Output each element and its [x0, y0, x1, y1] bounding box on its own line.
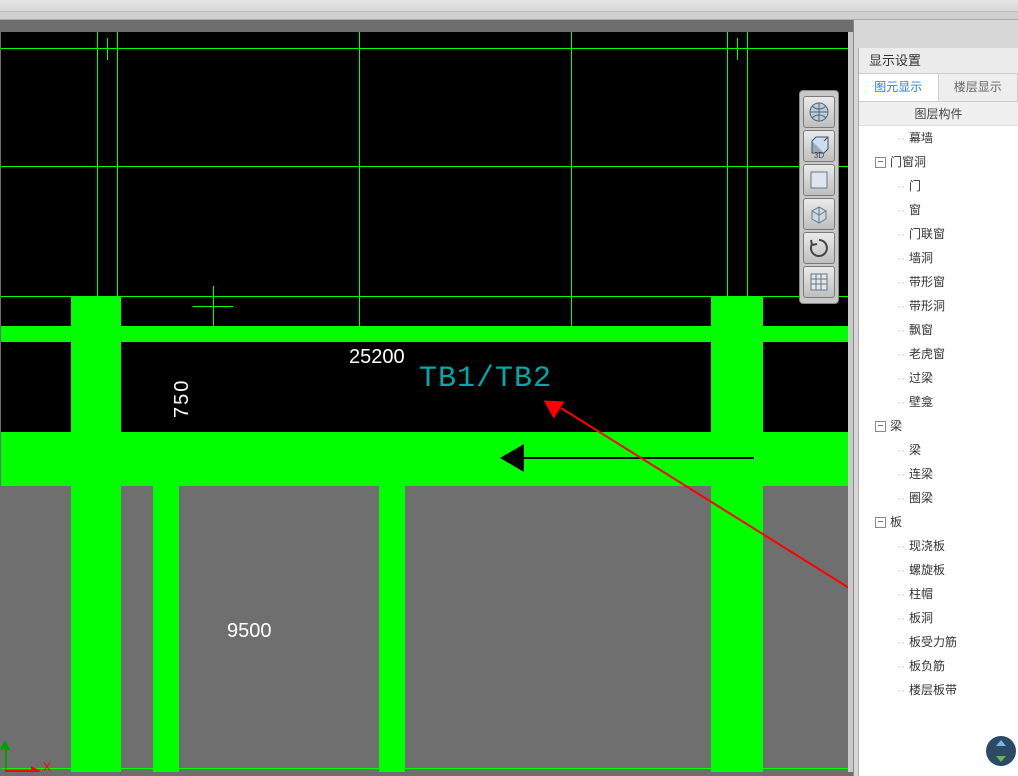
ucs-x-axis [5, 770, 31, 772]
view-toolbar: 3D [799, 90, 839, 304]
tree-item-lianliang[interactable]: ··连梁 [859, 462, 1018, 486]
tree-item-daixingdong[interactable]: ··带形洞 [859, 294, 1018, 318]
collapse-icon[interactable]: − [875, 421, 886, 432]
tree-item-daixingchuang[interactable]: ··带形窗 [859, 270, 1018, 294]
grid-line [747, 32, 748, 332]
rotate-icon[interactable] [803, 232, 835, 264]
tree-item-banshoulijin[interactable]: ··板受力筋 [859, 630, 1018, 654]
grid-tick [727, 48, 749, 49]
ucs-x-arrow-icon [31, 766, 41, 772]
nav-down-icon[interactable] [996, 756, 1006, 762]
dimension-25200: 25200 [349, 346, 405, 369]
tab-floor-display[interactable]: 楼层显示 [939, 74, 1018, 101]
grid-properties-button[interactable] [803, 266, 835, 298]
tree-item-bikan[interactable]: ··壁龛 [859, 390, 1018, 414]
panel-title: 显示设置 [859, 48, 1018, 74]
title-bar [0, 0, 1018, 12]
tab-element-display[interactable]: 图元显示 [859, 74, 939, 101]
ucs-x-label: X [43, 760, 51, 772]
grid-line [97, 32, 98, 332]
grid-tick [359, 38, 360, 60]
tree-item-banfujin[interactable]: ··板负筋 [859, 654, 1018, 678]
layer-tree[interactable]: ··幕墙 −门窗洞 ··门 ··窗 ··门联窗 ··墙洞 ··带形窗 ··带形洞… [859, 126, 1018, 776]
app-window: 25200 750 9500 TB1/TB2 X [0, 0, 1018, 776]
globe-icon[interactable] [803, 96, 835, 128]
grid-line [571, 32, 572, 332]
view-front-button[interactable] [803, 164, 835, 196]
nav-up-icon[interactable] [996, 740, 1006, 746]
grid-tick [97, 48, 119, 49]
grid-line [1, 48, 849, 49]
tree-item-men[interactable]: ··门 [859, 174, 1018, 198]
wall [153, 486, 179, 772]
panel-tabs: 图元显示 楼层显示 [859, 74, 1018, 102]
slab [121, 486, 153, 772]
drawing-canvas[interactable]: 25200 750 9500 TB1/TB2 X [1, 32, 849, 772]
canvas-scrollbar[interactable] [848, 32, 853, 772]
grid-line [1, 166, 849, 167]
grid-tick [107, 38, 108, 60]
collapse-icon[interactable]: − [875, 517, 886, 528]
tree-item-loucengbandai[interactable]: ··楼层板带 [859, 678, 1018, 702]
wall [1, 432, 849, 486]
grid-tick [737, 38, 738, 60]
wall [379, 486, 405, 772]
tree-item-qiangdong[interactable]: ··墙洞 [859, 246, 1018, 270]
grid-line [117, 32, 118, 332]
tree-item-liang[interactable]: ··梁 [859, 438, 1018, 462]
tree-item-quanliang[interactable]: ··圈梁 [859, 486, 1018, 510]
display-settings-panel: 显示设置 图元显示 楼层显示 图层构件 ··幕墙 −门窗洞 ··门 ··窗 ··… [858, 48, 1018, 776]
ucs-y-arrow-icon [1, 740, 10, 750]
dimension-750: 750 [171, 379, 194, 418]
view-navigator[interactable] [986, 736, 1016, 766]
entity-label-tb1tb2[interactable]: TB1/TB2 [419, 362, 552, 396]
slab [179, 486, 379, 772]
tree-item-luoxuanban[interactable]: ··螺旋板 [859, 558, 1018, 582]
ucs-y-axis [5, 750, 7, 772]
view-iso-button[interactable] [803, 198, 835, 230]
tree-item-guoliang[interactable]: ··过梁 [859, 366, 1018, 390]
tree-item-zhumao[interactable]: ··柱帽 [859, 582, 1018, 606]
tree-header: 图层构件 [859, 102, 1018, 126]
slab [763, 486, 849, 772]
slab [1, 486, 71, 772]
tree-group-liang[interactable]: −梁 [859, 414, 1018, 438]
dimension-9500: 9500 [227, 620, 272, 643]
grid-line [1, 768, 849, 769]
tree-group-doorwindow[interactable]: −门窗洞 [859, 150, 1018, 174]
slab [405, 486, 711, 772]
grid-line [727, 32, 728, 332]
cursor-crosshair [193, 306, 233, 307]
tree-item-laohuchuang[interactable]: ··老虎窗 [859, 342, 1018, 366]
tree-item-piaochuang[interactable]: ··飘窗 [859, 318, 1018, 342]
view-3d-button[interactable]: 3D [803, 130, 835, 162]
grid-line [359, 32, 360, 332]
grid-tick [571, 38, 572, 60]
wall [711, 296, 763, 772]
tree-item-muqiang[interactable]: ··幕墙 [859, 126, 1018, 150]
tree-group-ban[interactable]: −板 [859, 510, 1018, 534]
canvas-viewport[interactable]: 25200 750 9500 TB1/TB2 X [0, 20, 854, 776]
tree-item-menlianchuang[interactable]: ··门联窗 [859, 222, 1018, 246]
collapse-icon[interactable]: − [875, 157, 886, 168]
tree-item-bandong[interactable]: ··板洞 [859, 606, 1018, 630]
tree-item-chuang[interactable]: ··窗 [859, 198, 1018, 222]
wall [71, 296, 121, 772]
tree-item-xianjiaoban[interactable]: ··现浇板 [859, 534, 1018, 558]
toolbar-strip [0, 12, 1018, 20]
direction-arrow-head [500, 444, 524, 472]
